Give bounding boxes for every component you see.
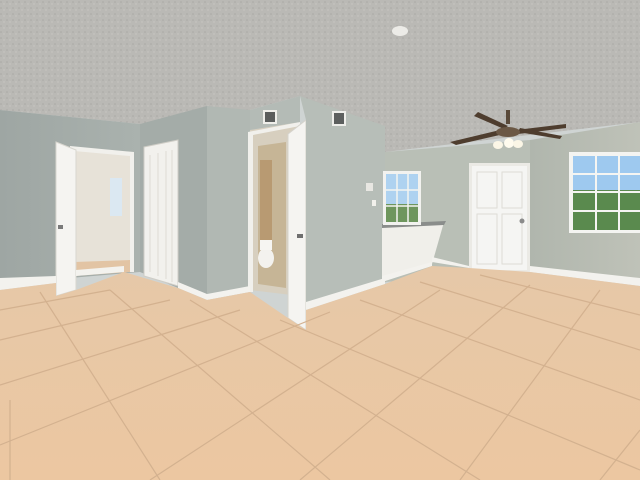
bifold-closet-door <box>143 139 179 287</box>
left-doorway-window <box>110 178 122 216</box>
toilet-tank <box>260 240 272 250</box>
room-illustration <box>0 0 640 480</box>
vent-right <box>332 111 346 126</box>
bathroom-tile-wall <box>260 160 272 244</box>
thermostat <box>366 183 373 191</box>
toilet <box>258 248 274 268</box>
smoke-detector <box>392 26 408 36</box>
vent-left <box>263 110 277 124</box>
light-switch <box>372 200 376 206</box>
bathroom-open-door <box>287 118 307 331</box>
middle-wall <box>207 106 250 300</box>
bathroom-door-knob <box>297 234 303 238</box>
left-open-door <box>55 141 77 297</box>
front-entry-door <box>472 166 527 270</box>
front-door-knob <box>519 218 525 224</box>
left-door-knob <box>58 225 63 229</box>
room-photo <box>0 0 640 480</box>
